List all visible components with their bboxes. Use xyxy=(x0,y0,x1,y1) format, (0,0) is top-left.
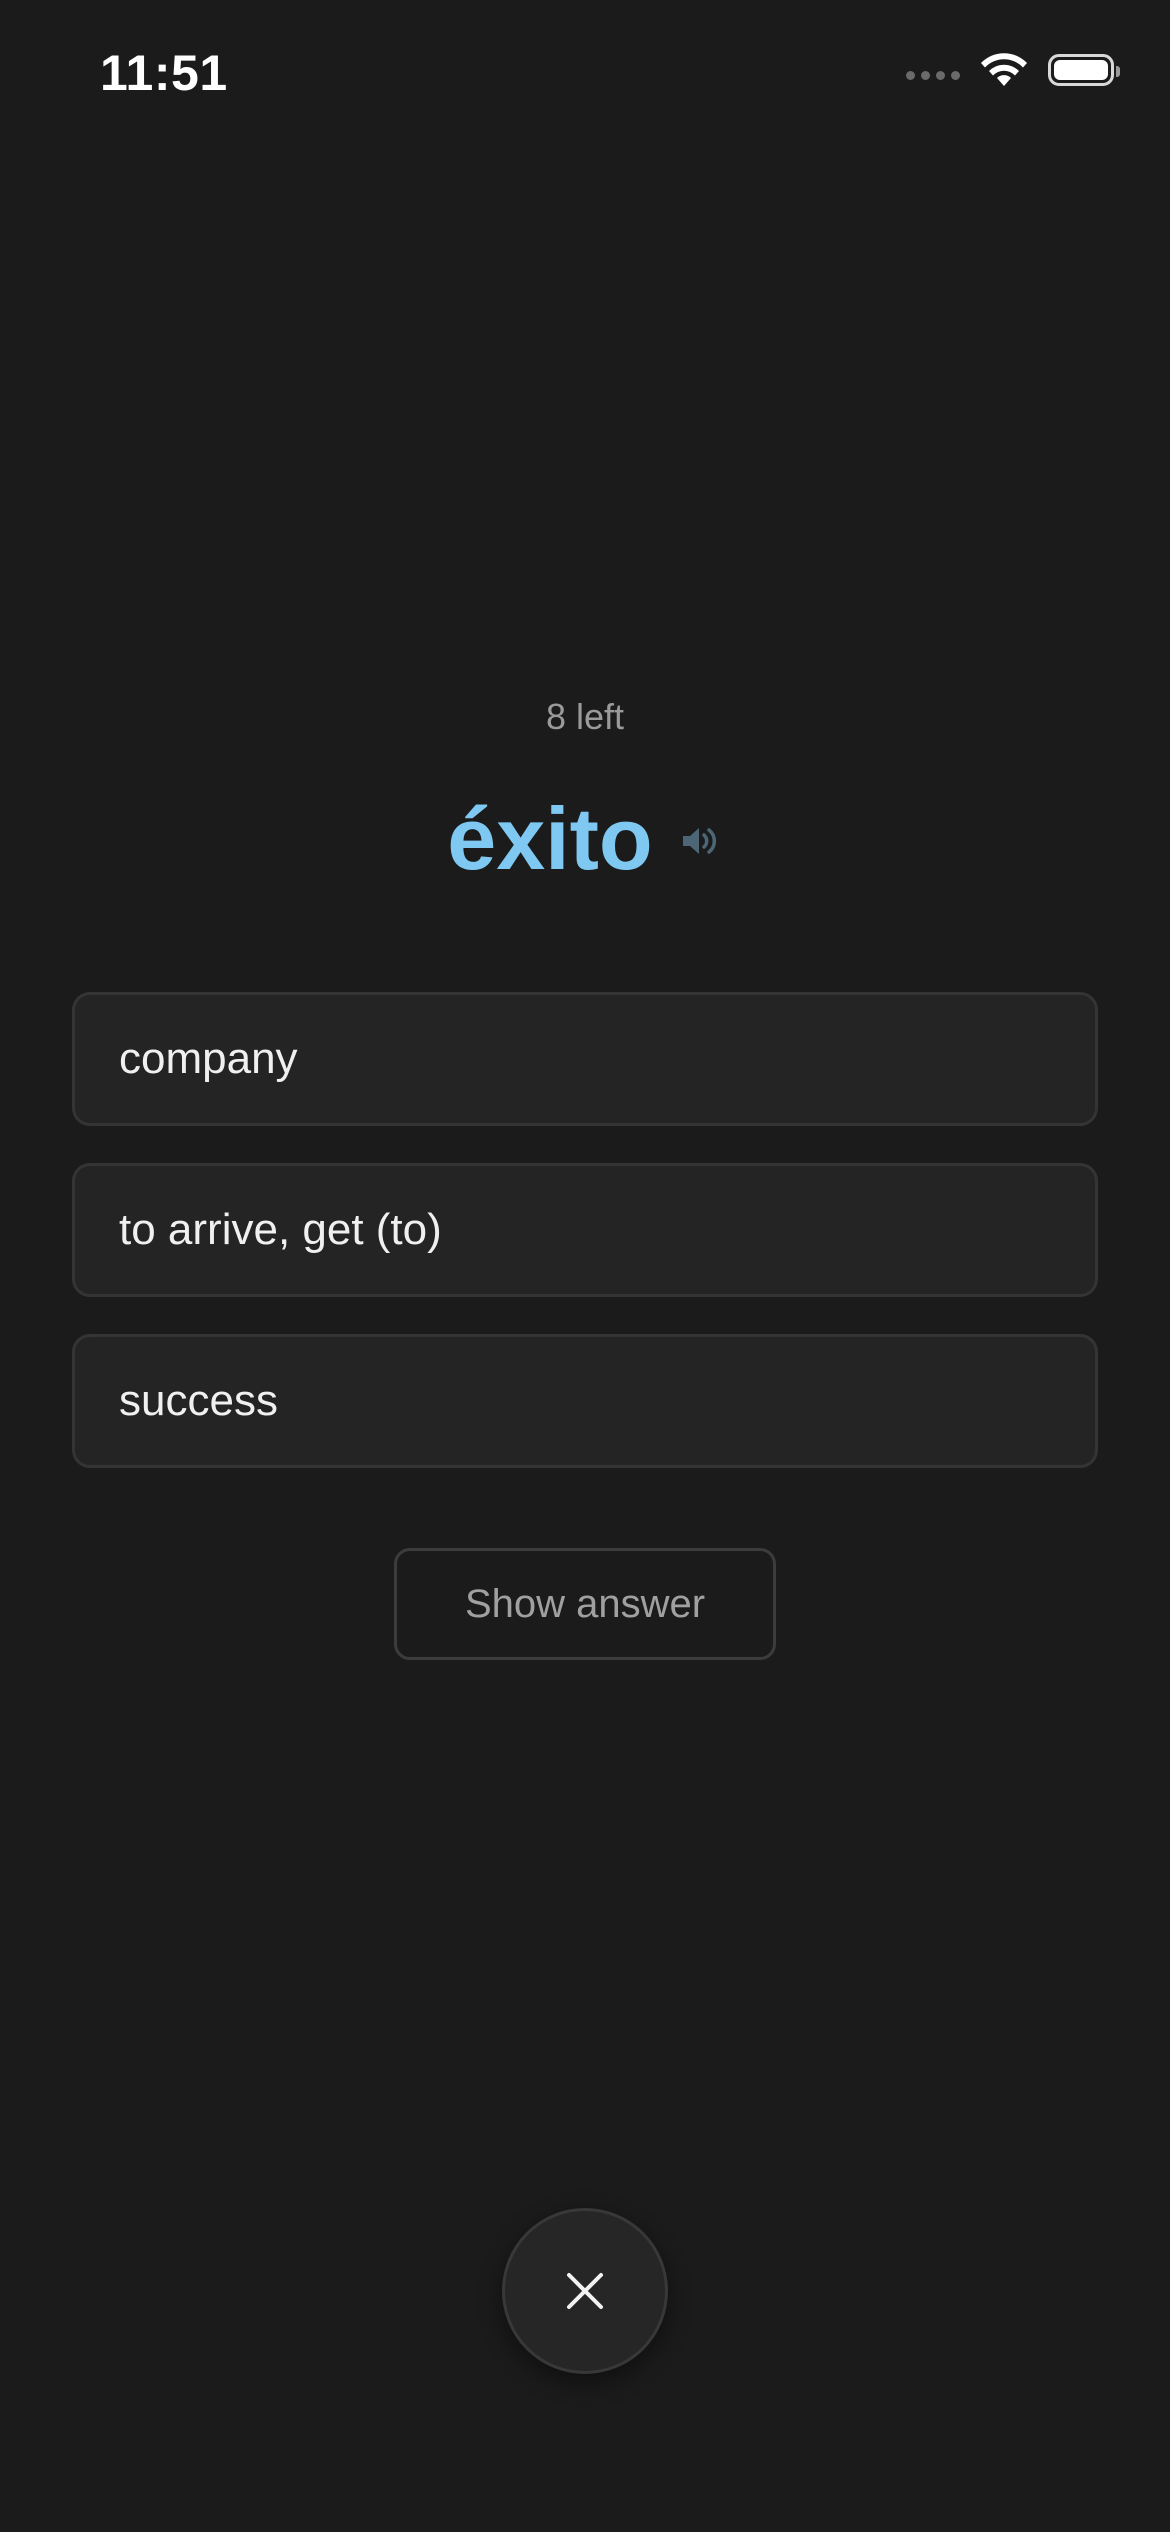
answer-option-2[interactable]: to arrive, get (to) xyxy=(72,1163,1098,1297)
close-icon xyxy=(567,2273,603,2309)
speaker-icon[interactable] xyxy=(679,819,723,863)
remaining-count: 8 left xyxy=(545,696,625,737)
close-button[interactable] xyxy=(502,2208,668,2374)
answer-option-label: company xyxy=(119,1034,298,1083)
quiz-word: éxito xyxy=(447,789,653,888)
word-row: éxito xyxy=(0,795,1170,883)
show-answer-button[interactable]: Show answer xyxy=(394,1548,776,1660)
battery-icon xyxy=(1048,54,1120,86)
status-icons xyxy=(906,52,1120,88)
wifi-icon xyxy=(981,53,1027,86)
cellular-dots-icon xyxy=(906,70,960,80)
answer-option-label: to arrive, get (to) xyxy=(119,1205,442,1254)
status-time: 11:51 xyxy=(100,45,228,101)
answer-option-3[interactable]: success xyxy=(72,1334,1098,1468)
quiz-screen: 11:51 8 left éxito company to arrive, ge… xyxy=(0,0,1170,2532)
answer-option-1[interactable]: company xyxy=(72,992,1098,1126)
answer-option-label: success xyxy=(119,1376,278,1425)
show-answer-label: Show answer xyxy=(464,1581,706,1626)
